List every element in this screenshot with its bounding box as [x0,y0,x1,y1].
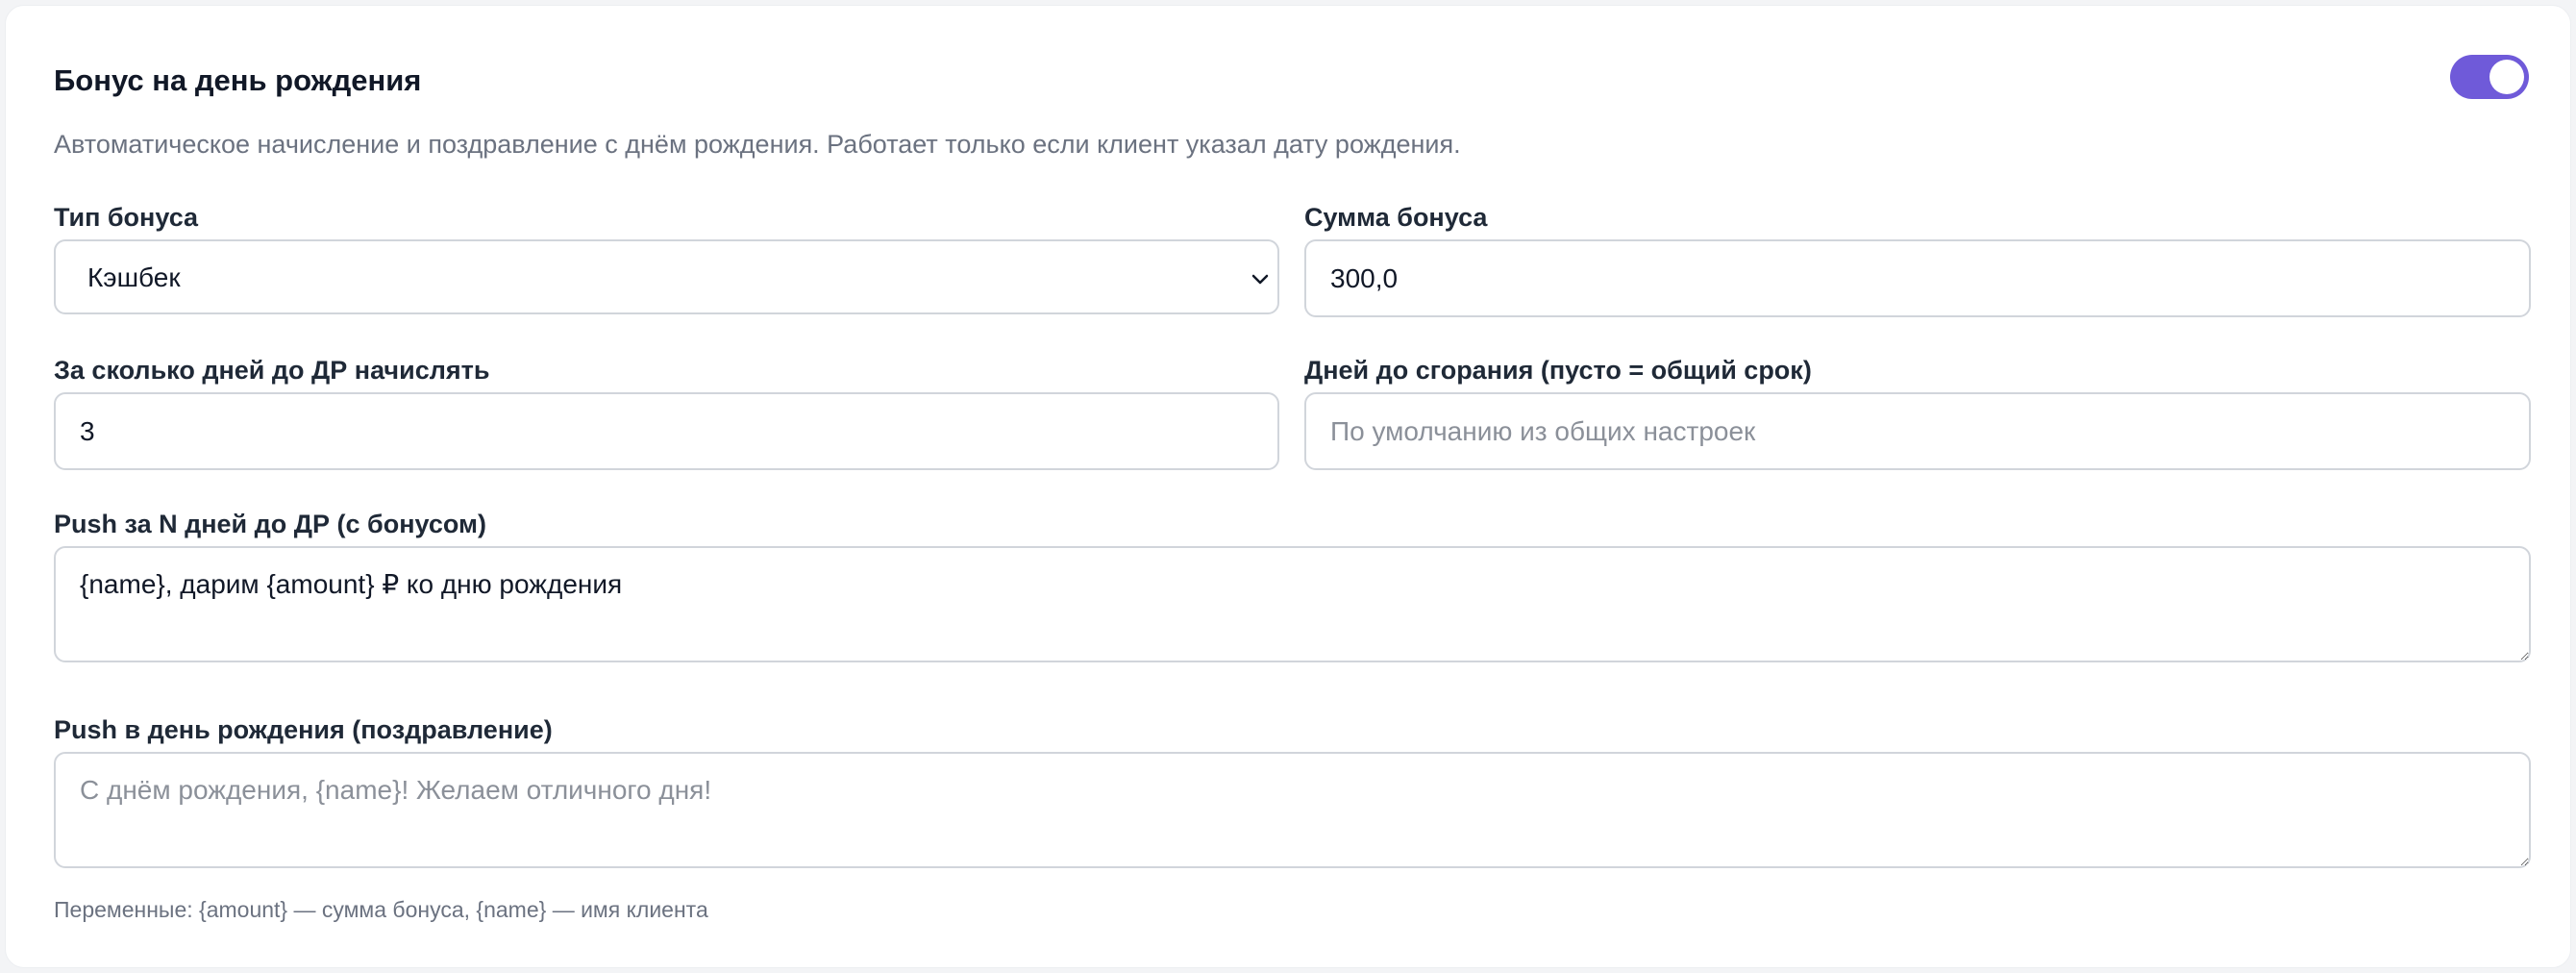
expire-days-input[interactable] [1304,392,2531,470]
variables-hint: Переменные: {amount} — сумма бонуса, {na… [54,897,708,922]
push-birthday-textarea[interactable] [54,752,2531,868]
section-title: Бонус на день рождения [54,63,422,97]
bonus-amount-input[interactable] [1304,239,2531,317]
push-before-textarea[interactable]: {name}, дарим {amount} ₽ ко дню рождения [54,546,2531,662]
bonus-type-label: Тип бонуса [54,203,199,232]
push-before-label: Push за N дней до ДР (с бонусом) [54,510,486,538]
days-before-input[interactable] [54,392,1279,470]
days-before-label: За сколько дней до ДР начислять [54,356,490,385]
birthday-bonus-card: Бонус на день рождения Автоматическое на… [5,5,2571,968]
bonus-amount-label: Сумма бонуса [1304,203,1488,232]
expire-days-label: Дней до сгорания (пусто = общий срок) [1304,356,1812,385]
push-birthday-label: Push в день рождения (поздравление) [54,715,553,744]
enable-toggle[interactable] [2450,55,2529,99]
bonus-type-select[interactable]: Кэшбек [54,239,1279,314]
toggle-knob [2489,60,2524,94]
section-description: Автоматическое начисление и поздравление… [54,130,1461,159]
